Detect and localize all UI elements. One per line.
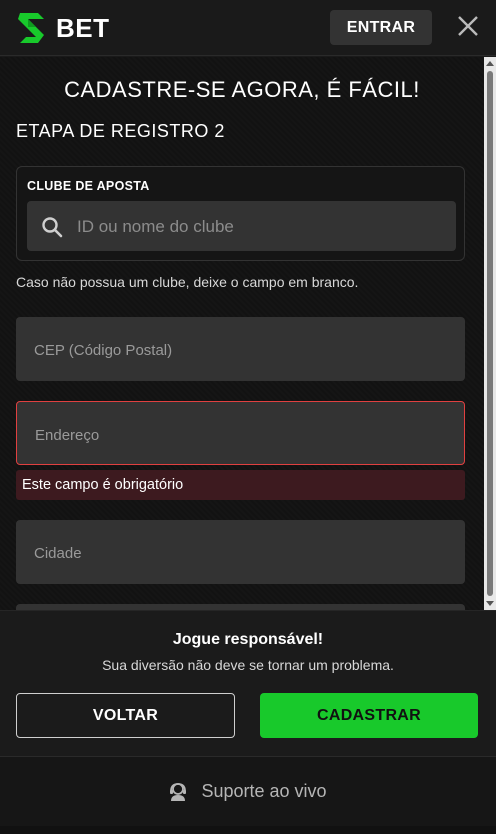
- address-error: Este campo é obrigatório: [16, 470, 465, 500]
- club-label: CLUBE DE APOSTA: [27, 179, 150, 193]
- club-search-input[interactable]: ID ou nome do clube: [27, 201, 456, 251]
- search-icon: [42, 217, 63, 238]
- cep-placeholder: CEP (Código Postal): [34, 342, 173, 359]
- club-section: CLUBE DE APOSTA ID ou nome do clube: [16, 166, 465, 261]
- responsible-subtitle: Sua diversão não deve se tornar um probl…: [102, 657, 394, 673]
- registration-form: CADASTRE-SE AGORA, É FÁCIL! ETAPA DE REG…: [0, 57, 484, 610]
- address-placeholder: Endereço: [35, 427, 100, 444]
- logo-icon: [18, 13, 44, 43]
- club-search-placeholder: ID ou nome do clube: [77, 217, 234, 236]
- address-field[interactable]: Endereço: [16, 401, 465, 465]
- city-field[interactable]: Cidade: [16, 520, 465, 584]
- close-icon[interactable]: [455, 13, 481, 39]
- page-title: CADASTRE-SE AGORA, É FÁCIL!: [64, 77, 420, 102]
- scroll-down-arrow[interactable]: [486, 601, 494, 606]
- login-button[interactable]: ENTRAR: [330, 10, 432, 45]
- page-footer-strip: [0, 826, 496, 834]
- step-title: ETAPA DE REGISTRO 2: [16, 121, 225, 141]
- club-hint: Caso não possua um clube, deixe o campo …: [16, 274, 359, 290]
- top-bar: BET ENTRAR: [0, 0, 496, 56]
- scroll-thumb[interactable]: [487, 71, 493, 596]
- cep-field[interactable]: CEP (Código Postal): [16, 317, 465, 381]
- register-button[interactable]: CADASTRAR: [260, 693, 478, 738]
- city-placeholder: Cidade: [34, 545, 82, 562]
- support-agent-icon: [170, 782, 187, 801]
- logo-text: BET: [56, 12, 110, 43]
- brand-logo[interactable]: BET: [14, 9, 110, 47]
- live-support-button[interactable]: Suporte ao vivo: [0, 756, 496, 826]
- responsible-title: Jogue responsável!: [172, 631, 324, 648]
- action-panel: Jogue responsável! Sua diversão não deve…: [0, 610, 496, 756]
- scrollbar[interactable]: [484, 57, 496, 610]
- scroll-up-arrow[interactable]: [486, 61, 494, 66]
- support-label: Suporte ao vivo: [201, 781, 327, 801]
- back-button[interactable]: VOLTAR: [16, 693, 235, 738]
- address-error-text: Este campo é obrigatório: [22, 477, 184, 493]
